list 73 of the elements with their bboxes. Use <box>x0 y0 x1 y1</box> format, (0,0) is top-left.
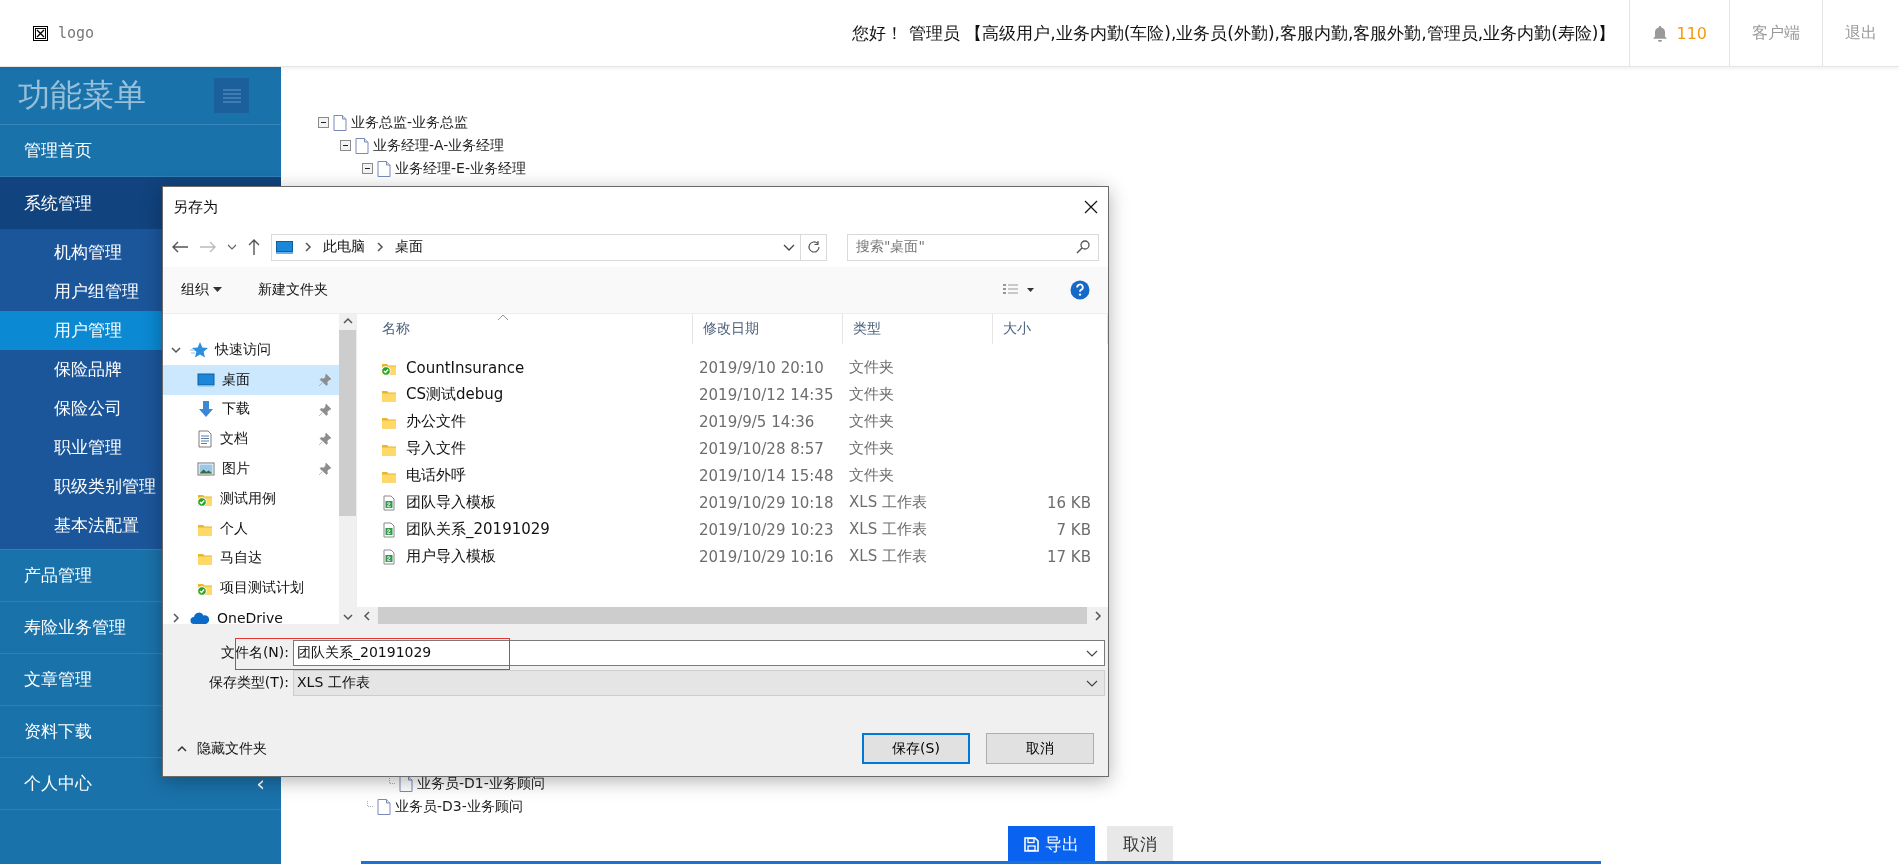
dialog-title: 另存为 <box>173 197 218 217</box>
tree-node[interactable]: 业务员-D3-业务顾问 <box>395 797 523 816</box>
nav-item[interactable]: 图片 <box>163 454 339 484</box>
column-header[interactable]: 类型 <box>843 314 993 344</box>
computer-icon <box>276 240 293 254</box>
menu-icon <box>222 88 241 103</box>
document-icon <box>197 430 213 449</box>
page-icon <box>377 160 391 177</box>
column-header[interactable]: 大小 <box>993 314 1108 344</box>
vertical-scrollbar[interactable] <box>339 314 356 624</box>
star-icon <box>190 340 208 359</box>
nav-item[interactable]: 桌面 <box>163 364 339 395</box>
help-icon[interactable] <box>1070 280 1090 300</box>
logo-icon <box>33 25 48 41</box>
recent-caret-icon[interactable] <box>227 242 237 252</box>
picture-icon <box>197 461 215 478</box>
search-icon <box>1076 240 1090 254</box>
file-row[interactable]: 导入文件 2019/10/28 8:57 文件夹 <box>357 435 1108 462</box>
collapse-icon[interactable] <box>340 140 351 151</box>
cancel-button[interactable]: 取消 <box>1107 826 1173 862</box>
menu-title: 功能菜单 <box>18 74 146 116</box>
file-type-select[interactable]: XLS 工作表 <box>293 670 1105 696</box>
caret-icon <box>213 287 222 293</box>
hide-folders-toggle[interactable]: 隐藏文件夹 <box>175 739 267 758</box>
spreadsheet-icon <box>381 548 397 565</box>
nav-item[interactable]: 下载 <box>163 394 339 425</box>
up-icon[interactable] <box>247 238 261 256</box>
tree-node[interactable]: 业务经理-E-业务经理 <box>395 159 526 178</box>
spreadsheet-icon <box>381 494 397 511</box>
tree-node[interactable]: 业务总监-业务总监 <box>351 113 469 132</box>
cloud-icon <box>190 611 210 624</box>
export-button[interactable]: 导出 <box>1008 826 1095 862</box>
column-header[interactable]: 修改日期 <box>693 314 843 344</box>
file-row[interactable]: CS测试debug 2019/10/12 14:35 文件夹 <box>357 381 1108 408</box>
collapse-icon[interactable] <box>318 117 329 128</box>
refresh-button[interactable] <box>801 233 827 261</box>
page-icon <box>355 137 369 154</box>
nav-item[interactable]: 个人 <box>163 513 339 544</box>
horizontal-scrollbar[interactable] <box>357 607 1108 624</box>
tree-node[interactable]: 业务员-D1-业务顾问 <box>417 774 545 793</box>
nav-item[interactable]: 测试用例 <box>163 484 339 514</box>
notification-count: 110 <box>1676 23 1707 43</box>
page-icon <box>333 114 347 131</box>
cancel-button[interactable]: 取消 <box>986 733 1094 764</box>
tree-node[interactable]: 业务经理-A-业务经理 <box>373 136 505 155</box>
filename-field[interactable]: 团队关系_20191029 <box>293 640 1105 666</box>
column-header[interactable]: 名称 <box>357 314 693 344</box>
toolbar-button[interactable]: 组织 <box>181 281 222 299</box>
desktop-icon <box>197 371 215 388</box>
file-row[interactable]: 团队关系_20191029 2019/10/29 10:23 XLS 工作表 7 KB <box>357 516 1108 543</box>
sort-icon <box>497 314 509 321</box>
file-row[interactable]: 团队导入模板 2019/10/29 10:18 XLS 工作表 16 KB <box>357 489 1108 516</box>
close-icon[interactable] <box>1084 200 1098 214</box>
file-row[interactable]: 电话外呼 2019/10/14 15:48 文件夹 <box>357 462 1108 489</box>
download-icon <box>197 400 215 419</box>
page-icon <box>377 798 391 815</box>
collapse-icon[interactable] <box>362 163 373 174</box>
save-button[interactable]: 保存(S) <box>862 733 970 764</box>
file-row[interactable]: CountInsurance 2019/9/10 20:10 文件夹 <box>357 354 1108 381</box>
bell-icon[interactable] <box>1652 24 1669 42</box>
logo-text: logo <box>58 24 95 42</box>
refresh-icon <box>806 240 821 254</box>
toolbar-button[interactable]: 新建文件夹 <box>258 281 328 299</box>
search-field[interactable]: 搜索"桌面" <box>847 233 1099 261</box>
address-bar[interactable]: 此电脑 桌面 <box>271 233 801 261</box>
spreadsheet-icon <box>381 521 397 538</box>
file-row[interactable]: 用户导入模板 2019/10/29 10:16 XLS 工作表 17 KB <box>357 543 1108 570</box>
file-row[interactable]: 办公文件 2019/9/5 14:36 文件夹 <box>357 408 1108 435</box>
nav-item[interactable]: 文档 <box>163 424 339 455</box>
back-icon[interactable] <box>171 240 189 254</box>
view-options-icon[interactable] <box>1002 283 1034 297</box>
save-icon <box>1024 836 1039 852</box>
greeting-text: 您好！ 管理员 【高级用户,业务内勤(车险),业务员(外勤),客服内勤,客服外勤,管理员,业务内勤(寿险)】 <box>852 21 1616 45</box>
